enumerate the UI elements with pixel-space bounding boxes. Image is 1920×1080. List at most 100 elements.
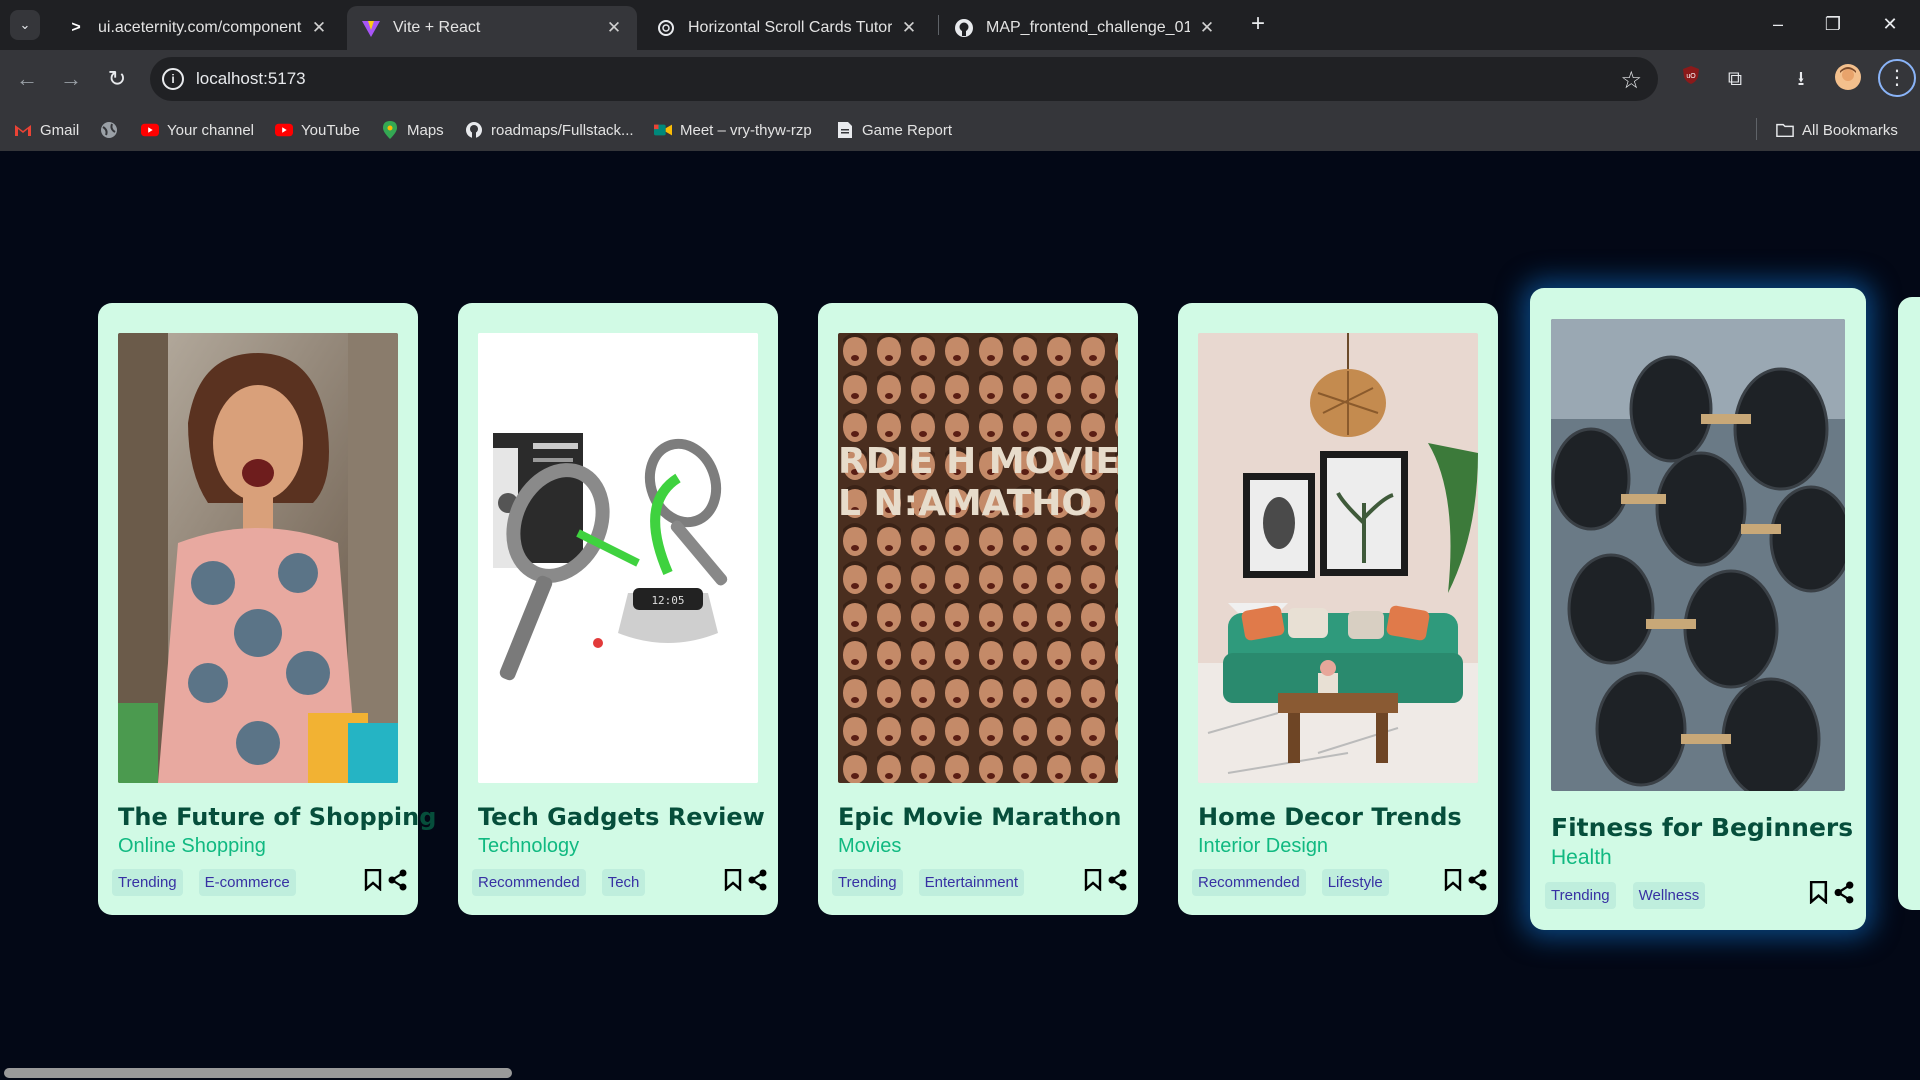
bookmark-icon[interactable]	[1809, 880, 1828, 909]
gmail-icon	[14, 121, 32, 139]
reload-icon: ↻	[107, 66, 127, 91]
content-card-partial[interactable]	[1898, 297, 1920, 910]
browser-menu-button[interactable]: ⋮	[1878, 59, 1916, 97]
folder-icon	[1776, 121, 1794, 139]
horizontal-scrollbar[interactable]	[4, 1068, 512, 1078]
close-window-button[interactable]: ✕	[1870, 8, 1910, 40]
restore-button[interactable]: ❐	[1813, 8, 1853, 40]
chevron-down-icon: ⌄	[19, 17, 31, 32]
arrow-right-icon: →	[60, 66, 82, 91]
ublock-icon: uO	[1683, 66, 1699, 84]
content-card[interactable]: Fitness for Beginners Health Trending We…	[1530, 288, 1866, 930]
forward-button[interactable]: →	[56, 64, 86, 94]
close-icon[interactable]: ✕	[900, 18, 918, 38]
content-card[interactable]: The Future of Shopping Online Shopping T…	[98, 303, 436, 915]
tag-badge[interactable]: Trending	[832, 869, 903, 896]
arrow-left-icon: ←	[16, 66, 38, 91]
bookmarks-bar: Gmail Your channel YouTube Maps roadmaps…	[0, 108, 1920, 151]
back-button[interactable]: ←	[12, 64, 42, 94]
movie-crowd-image: RDIE H MOVIE TI L N:AMATHO	[838, 333, 1118, 783]
bookmark-gmail[interactable]: Gmail	[14, 118, 79, 142]
meet-icon	[654, 121, 672, 139]
tag-badge[interactable]: Recommended	[1192, 869, 1306, 896]
card-title: Epic Movie Marathon	[838, 803, 1122, 831]
page-content: The Future of Shopping Online Shopping T…	[0, 151, 1920, 1080]
site-info-icon[interactable]: i	[162, 68, 184, 90]
bookmark-icon[interactable]	[364, 868, 382, 896]
tag-badge[interactable]: Trending	[1545, 882, 1616, 909]
address-bar[interactable]: i ☆	[150, 57, 1658, 101]
aceternity-icon: >	[71, 19, 81, 36]
bookmark-youtube[interactable]: YouTube	[275, 118, 360, 142]
bookmarks-divider	[1756, 118, 1757, 140]
tag-badge[interactable]: Recommended	[472, 869, 586, 896]
card-category: Interior Design	[1198, 835, 1329, 857]
reload-button[interactable]: ↻	[102, 64, 132, 94]
youtube-icon	[141, 121, 159, 139]
card-category: Movies	[838, 835, 902, 857]
ublock-extension-button[interactable]: uO	[1676, 64, 1706, 94]
bookmark-globe[interactable]	[100, 118, 126, 142]
youtube-icon	[275, 121, 293, 139]
bookmark-game-report[interactable]: Game Report	[836, 118, 952, 142]
minimize-icon: –	[1772, 14, 1783, 34]
card-title: Tech Gadgets Review	[478, 803, 765, 831]
share-icon[interactable]	[748, 869, 768, 896]
plus-icon: +	[1250, 10, 1265, 37]
bookmark-star-icon[interactable]: ☆	[1620, 66, 1642, 95]
card-category: Health	[1551, 846, 1612, 869]
download-icon: ⭳	[1797, 68, 1805, 90]
bookmark-roadmaps[interactable]: roadmaps/Fullstack...	[465, 118, 634, 142]
share-icon[interactable]	[1108, 869, 1128, 896]
share-icon[interactable]	[1834, 881, 1855, 909]
tab-github[interactable]: MAP_frontend_challenge_01/RE ✕	[940, 6, 1230, 50]
tag-badge[interactable]: Entertainment	[918, 869, 1025, 896]
card-category: Online Shopping	[118, 835, 266, 857]
close-icon[interactable]: ✕	[310, 18, 328, 38]
bookmark-maps[interactable]: Maps	[381, 118, 444, 142]
globe-icon	[100, 121, 118, 139]
tab-horizontal-scroll[interactable]: Horizontal Scroll Cards Tutorial ✕	[642, 6, 932, 50]
restore-icon: ❐	[1824, 14, 1842, 34]
card-title: Home Decor Trends	[1198, 803, 1462, 831]
github-icon	[954, 18, 974, 38]
tag-badge[interactable]: Wellness	[1632, 882, 1706, 909]
card-title: Fitness for Beginners	[1551, 813, 1854, 842]
bookmark-meet[interactable]: Meet – vry-thyw-rzp	[654, 118, 812, 142]
tech-gadgets-image: 12:05	[478, 333, 758, 783]
extensions-button[interactable]: ⧉	[1720, 64, 1750, 94]
url-input[interactable]	[196, 57, 1546, 101]
bookmark-icon[interactable]	[724, 868, 742, 896]
close-icon[interactable]: ✕	[605, 18, 623, 38]
bookmark-your-channel[interactable]: Your channel	[141, 118, 254, 142]
content-card[interactable]: 12:05 Tech Gadgets Review Technology Rec…	[458, 303, 778, 915]
maps-icon	[381, 121, 399, 139]
tag-badge[interactable]: Trending	[112, 869, 183, 896]
share-icon[interactable]	[388, 869, 408, 896]
close-icon: ✕	[1882, 14, 1898, 34]
bookmark-icon[interactable]	[1084, 868, 1102, 896]
minimize-button[interactable]: –	[1758, 8, 1798, 40]
tab-vite-react[interactable]: Vite + React ✕	[347, 6, 637, 50]
new-tab-button[interactable]: +	[1244, 10, 1272, 38]
close-icon[interactable]: ✕	[1198, 18, 1216, 38]
all-bookmarks-button[interactable]: All Bookmarks	[1776, 118, 1898, 142]
bookmark-icon[interactable]	[1444, 868, 1462, 896]
tag-badge[interactable]: E-commerce	[198, 869, 296, 896]
chatgpt-icon	[656, 18, 676, 38]
content-card[interactable]: Home Decor Trends Interior Design Recomm…	[1178, 303, 1498, 915]
more-vertical-icon: ⋮	[1887, 67, 1907, 89]
svg-text:uO: uO	[1686, 73, 1696, 80]
tag-badge[interactable]: Lifestyle	[1321, 869, 1389, 896]
profile-avatar[interactable]	[1833, 64, 1863, 94]
downloads-button[interactable]: ⭳	[1786, 64, 1816, 94]
content-card[interactable]: RDIE H MOVIE TI L N:AMATHO Epic Movie Ma…	[818, 303, 1138, 915]
tab-search-button[interactable]: ⌄	[10, 10, 40, 40]
browser-toolbar: ← → ↻ i ☆ uO ⧉ ⭳ ⋮	[0, 50, 1920, 108]
tag-badge[interactable]: Tech	[601, 869, 646, 896]
dumbbells-image	[1551, 319, 1845, 791]
share-icon[interactable]	[1468, 869, 1488, 896]
github-icon	[465, 121, 483, 139]
tab-aceternity[interactable]: > ui.aceternity.com/components/ ✕	[52, 6, 342, 50]
shopping-woman-image	[118, 333, 398, 783]
